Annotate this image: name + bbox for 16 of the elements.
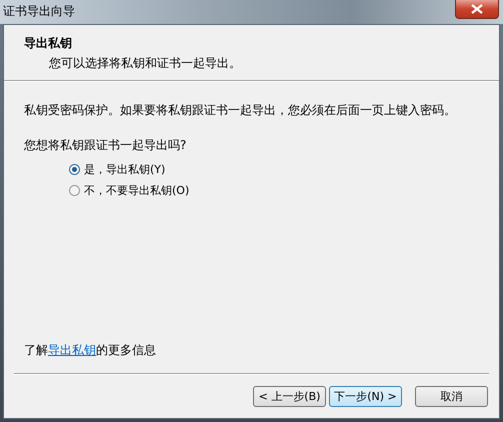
help-link[interactable]: 导出私钥 bbox=[48, 343, 96, 357]
dialog-button[interactable]: < 上一步(B) bbox=[253, 386, 326, 407]
radio-button[interactable] bbox=[69, 164, 80, 175]
info-text: 了解导出私钥的更多信息 bbox=[23, 342, 156, 359]
question-text: 您想将私钥跟证书一起导出吗? bbox=[24, 137, 188, 154]
page-heading: 导出私钥 bbox=[24, 35, 73, 52]
radio-button[interactable] bbox=[69, 185, 80, 196]
window-title: 证书导出向导 bbox=[2, 3, 75, 20]
option-label[interactable]: 不，不要导出私钥(O) bbox=[84, 183, 190, 198]
close-icon bbox=[471, 4, 483, 14]
page-subtitle: 您可以选择将私钥和证书一起导出。 bbox=[48, 55, 242, 72]
dialog-button[interactable]: 下一步(N) > bbox=[329, 386, 402, 407]
description-text: 私钥受密码保护。如果要将私钥跟证书一起导出，您必须在后面一页上键入密码。 bbox=[24, 102, 457, 119]
close-button[interactable] bbox=[455, 0, 499, 19]
option-label[interactable]: 是，导出私钥(Y) bbox=[84, 162, 166, 177]
dialog-button[interactable]: 取消 bbox=[415, 386, 488, 407]
